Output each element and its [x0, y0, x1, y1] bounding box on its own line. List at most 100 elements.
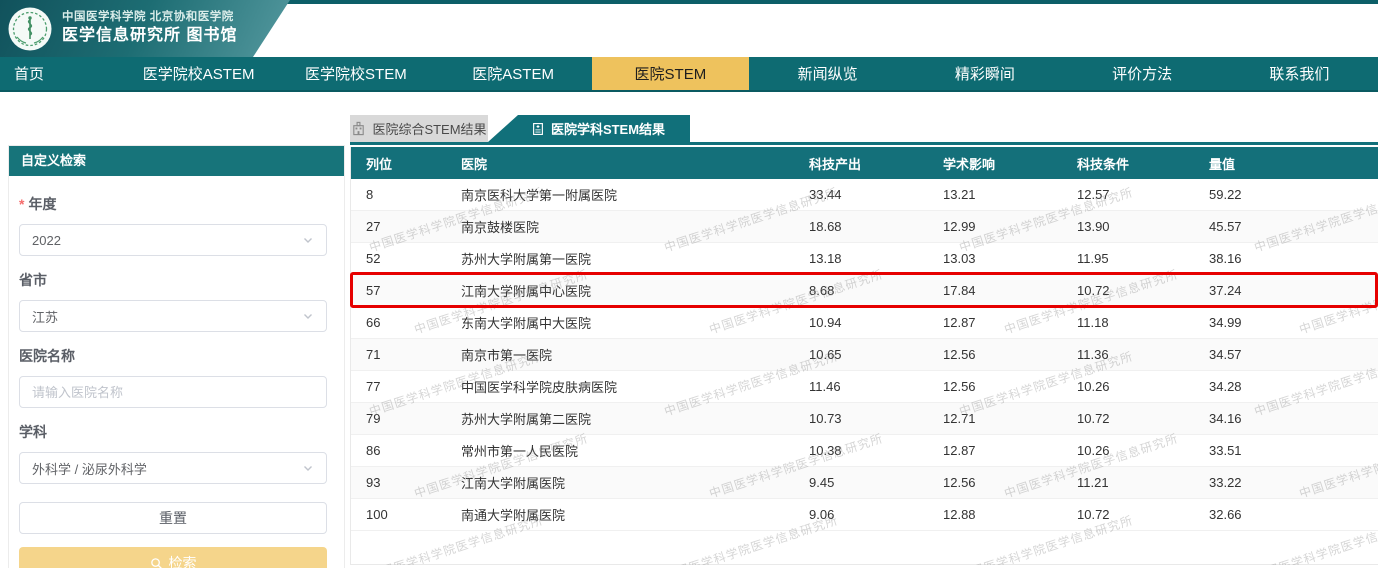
cell-output: 10.65: [809, 347, 943, 362]
cell-hospital: 东南大学附属中大医院: [461, 313, 809, 332]
hospital-name-label: 医院名称: [19, 346, 327, 366]
province-select-value: 江苏: [32, 307, 58, 326]
tab-label: 医院综合STEM结果: [372, 119, 486, 138]
cell-output: 9.45: [809, 475, 943, 490]
cell-value: 34.16: [1209, 411, 1378, 426]
tab-hospital-overall-stem[interactable]: 医院综合STEM结果: [350, 115, 488, 142]
site-banner: 中国医学科学院 北京协和医学院 医学信息研究所 图书馆: [0, 0, 290, 57]
cell-output: 13.18: [809, 251, 943, 266]
table-row[interactable]: 27南京鼓楼医院18.6812.9913.9045.57: [351, 211, 1378, 243]
cell-output: 8.68: [809, 283, 943, 298]
results-table: 列位 医院 科技产出 学术影响 科技条件 量值 8南京医科大学第一附属医院33.…: [350, 147, 1378, 565]
cell-rank: 77: [366, 379, 461, 394]
reset-button[interactable]: 重置: [19, 502, 327, 534]
subject-select[interactable]: 外科学 / 泌尿外科学: [19, 452, 327, 484]
nav-item[interactable]: 评价方法: [1064, 57, 1221, 90]
col-header-value: 量值: [1209, 154, 1378, 173]
cell-hospital: 常州市第一人民医院: [461, 441, 809, 460]
cell-condition: 11.36: [1077, 347, 1209, 362]
col-header-hospital: 医院: [461, 154, 809, 173]
chevron-down-icon: [302, 310, 314, 322]
tab-hospital-subject-stem[interactable]: 医院学科STEM结果: [488, 115, 690, 142]
search-button-label: 检索: [169, 553, 197, 568]
nav-item[interactable]: 联系我们: [1221, 57, 1378, 90]
cell-impact: 12.71: [943, 411, 1077, 426]
nav-item[interactable]: 新闻纵览: [749, 57, 906, 90]
cell-hospital: 中国医学科学院皮肤病医院: [461, 377, 809, 396]
cell-impact: 12.87: [943, 443, 1077, 458]
cell-value: 34.99: [1209, 315, 1378, 330]
year-select[interactable]: 2022: [19, 224, 327, 256]
cell-condition: 10.72: [1077, 283, 1209, 298]
nav-item[interactable]: 医学院校STEM: [277, 57, 434, 90]
cell-output: 33.44: [809, 187, 943, 202]
cell-condition: 13.90: [1077, 219, 1209, 234]
book-icon: [531, 122, 545, 136]
cell-value: 37.24: [1209, 283, 1378, 298]
cell-impact: 12.88: [943, 507, 1077, 522]
cell-hospital: 南京市第一医院: [461, 345, 809, 364]
hospital-name-input[interactable]: [19, 376, 327, 408]
table-row[interactable]: 52苏州大学附属第一医院13.1813.0311.9538.16: [351, 243, 1378, 275]
cell-value: 34.28: [1209, 379, 1378, 394]
cell-rank: 93: [366, 475, 461, 490]
required-marker: *: [19, 196, 24, 212]
page: { "header": { "org_line1": "中国医学科学院 北京协和…: [0, 0, 1378, 568]
table-row[interactable]: 8南京医科大学第一附属医院33.4413.2112.5759.22: [351, 179, 1378, 211]
cell-rank: 86: [366, 443, 461, 458]
cell-hospital: 南京鼓楼医院: [461, 217, 809, 236]
table-row[interactable]: 77中国医学科学院皮肤病医院11.4612.5610.2634.28: [351, 371, 1378, 403]
table-row[interactable]: 71南京市第一医院10.6512.5611.3634.57: [351, 339, 1378, 371]
year-label: *年度: [19, 194, 327, 214]
cell-output: 10.73: [809, 411, 943, 426]
cell-rank: 52: [366, 251, 461, 266]
table-row[interactable]: 79苏州大学附属第二医院10.7312.7110.7234.16: [351, 403, 1378, 435]
table-row[interactable]: 86常州市第一人民医院10.3812.8710.2633.51: [351, 435, 1378, 467]
province-select[interactable]: 江苏: [19, 300, 327, 332]
cell-impact: 12.99: [943, 219, 1077, 234]
org-name-line2: 医学信息研究所 图书馆: [62, 25, 237, 47]
table-row[interactable]: 66东南大学附属中大医院10.9412.8711.1834.99: [351, 307, 1378, 339]
cell-condition: 11.95: [1077, 251, 1209, 266]
cell-hospital: 江南大学附属医院: [461, 473, 809, 492]
search-button[interactable]: 检索: [19, 547, 327, 568]
cell-impact: 12.87: [943, 315, 1077, 330]
hospital-icon: [351, 121, 366, 136]
cell-impact: 12.56: [943, 379, 1077, 394]
cell-condition: 11.18: [1077, 315, 1209, 330]
nav-item[interactable]: 医院ASTEM: [435, 57, 592, 90]
cell-output: 18.68: [809, 219, 943, 234]
cell-value: 33.22: [1209, 475, 1378, 490]
institute-logo-icon: [8, 7, 52, 51]
nav-item[interactable]: 医院STEM: [592, 57, 749, 90]
cell-rank: 27: [366, 219, 461, 234]
table-row[interactable]: 100南通大学附属医院9.0612.8810.7232.66: [351, 499, 1378, 531]
nav-item[interactable]: 精彩瞬间: [906, 57, 1063, 90]
table-row[interactable]: 93江南大学附属医院9.4512.5611.2133.22: [351, 467, 1378, 499]
cell-rank: 71: [366, 347, 461, 362]
table-row-highlighted[interactable]: 57江南大学附属中心医院8.6817.8410.7237.24: [351, 275, 1378, 307]
province-label: 省市: [19, 270, 327, 290]
results-panel: 医院综合STEM结果 医院学科STEM结果 列位 医院 科技产出 学术影响 科技…: [350, 115, 1378, 565]
chevron-down-icon: [302, 462, 314, 474]
search-panel-title: 自定义检索: [9, 146, 344, 176]
results-tabbar: 医院综合STEM结果 医院学科STEM结果: [350, 115, 1378, 145]
cell-output: 10.38: [809, 443, 943, 458]
cell-output: 10.94: [809, 315, 943, 330]
cell-impact: 12.56: [943, 347, 1077, 362]
org-name-line1: 中国医学科学院 北京协和医学院: [62, 10, 237, 26]
cell-condition: 10.26: [1077, 379, 1209, 394]
table-body: 8南京医科大学第一附属医院33.4413.2112.5759.2227南京鼓楼医…: [351, 179, 1378, 531]
main-nav: 首页医学院校ASTEM医学院校STEM医院ASTEM医院STEM新闻纵览精彩瞬间…: [0, 57, 1378, 92]
cell-value: 34.57: [1209, 347, 1378, 362]
cell-hospital: 苏州大学附属第二医院: [461, 409, 809, 428]
nav-item[interactable]: 首页: [0, 57, 120, 90]
nav-item[interactable]: 医学院校ASTEM: [120, 57, 277, 90]
chevron-down-icon: [302, 234, 314, 246]
col-header-output: 科技产出: [809, 154, 943, 173]
col-header-impact: 学术影响: [943, 154, 1077, 173]
cell-rank: 66: [366, 315, 461, 330]
col-header-rank: 列位: [366, 154, 461, 173]
cell-hospital: 江南大学附属中心医院: [461, 281, 809, 300]
cell-value: 38.16: [1209, 251, 1378, 266]
